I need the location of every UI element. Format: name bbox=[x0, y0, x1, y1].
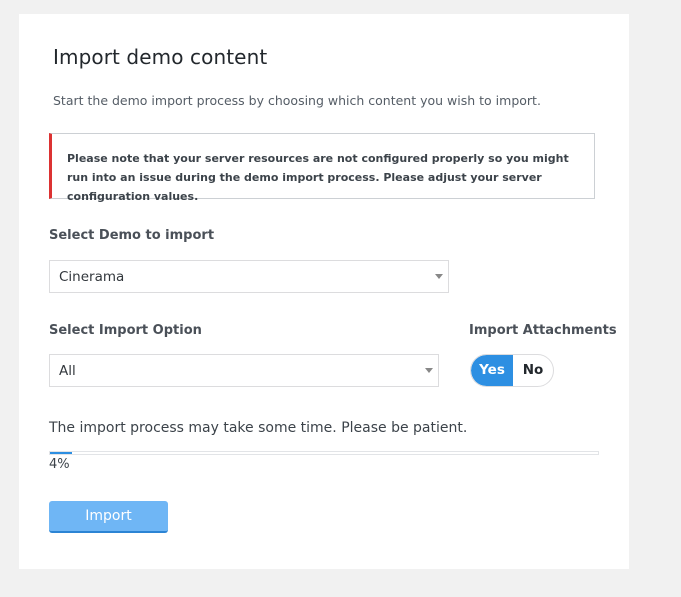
demo-select[interactable]: Cinerama bbox=[49, 260, 449, 293]
import-progress-bar bbox=[49, 451, 599, 455]
import-option-select-value: All bbox=[59, 363, 76, 379]
import-option-select[interactable]: All bbox=[49, 354, 439, 387]
attachments-no-button[interactable]: No bbox=[513, 355, 553, 386]
page-title: Import demo content bbox=[53, 45, 268, 69]
import-attachments-toggle: Yes No bbox=[470, 354, 554, 387]
import-button[interactable]: Import bbox=[49, 501, 168, 533]
import-panel: Import demo content Start the demo impor… bbox=[19, 14, 629, 569]
select-import-option-label: Select Import Option bbox=[49, 323, 202, 338]
server-warning-text: Please note that your server resources a… bbox=[67, 152, 569, 203]
import-time-message: The import process may take some time. P… bbox=[49, 420, 468, 436]
import-progress-fill bbox=[50, 452, 72, 454]
demo-select-value: Cinerama bbox=[59, 269, 125, 285]
server-warning-notice: Please note that your server resources a… bbox=[49, 133, 595, 203]
page-subtitle: Start the demo import process by choosin… bbox=[53, 93, 541, 108]
import-progress-percent: 4% bbox=[49, 457, 70, 472]
select-demo-label: Select Demo to import bbox=[49, 228, 215, 243]
chevron-down-icon bbox=[435, 274, 443, 279]
chevron-down-icon bbox=[425, 368, 433, 373]
import-attachments-label: Import Attachments bbox=[469, 323, 617, 338]
attachments-yes-button[interactable]: Yes bbox=[471, 355, 513, 386]
